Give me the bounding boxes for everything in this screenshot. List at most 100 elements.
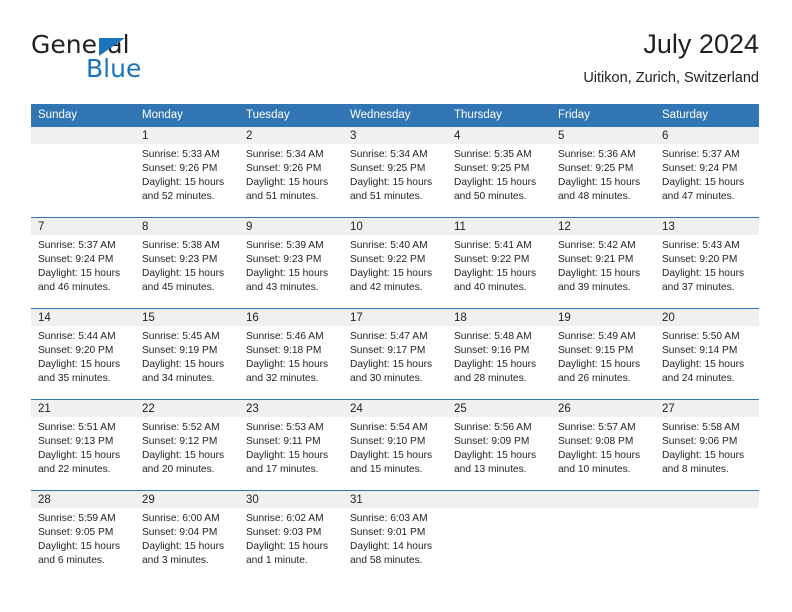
day-number-band: 21	[31, 400, 135, 417]
calendar-day-cell[interactable]: 27 Sunrise: 5:58 AM Sunset: 9:06 PM Dayligh…	[655, 399, 759, 491]
day-number: 18	[454, 312, 467, 324]
calendar-day-cell[interactable]: 21 Sunrise: 5:51 AM Sunset: 9:13 PM Dayligh…	[31, 399, 135, 491]
sunrise-text: Sunrise: 5:50 AM	[662, 331, 740, 342]
day-cell-body: Sunrise: 5:40 AM Sunset: 9:22 PM Daylight:…	[343, 235, 447, 295]
daylight-text-line2: and 3 minutes.	[142, 555, 209, 566]
daylight-text-line1: Daylight: 15 hours	[662, 450, 745, 461]
calendar-day-cell[interactable]: 1 Sunrise: 5:33 AM Sunset: 9:26 PM Daylight…	[135, 127, 239, 218]
sunset-text: Sunset: 9:11 PM	[246, 436, 321, 447]
calendar-day-cell[interactable]: 3 Sunrise: 5:34 AM Sunset: 9:25 PM Daylight…	[343, 127, 447, 218]
day-number-band	[655, 491, 759, 508]
sunrise-text: Sunrise: 6:02 AM	[246, 513, 324, 524]
day-number-band: 23	[239, 400, 343, 417]
sunrise-text: Sunrise: 6:00 AM	[142, 513, 220, 524]
daylight-text-line1: Daylight: 15 hours	[350, 177, 433, 188]
day-number: 28	[38, 494, 51, 506]
daylight-text-line1: Daylight: 15 hours	[350, 359, 433, 370]
calendar-day-cell[interactable]: 13 Sunrise: 5:43 AM Sunset: 9:20 PM Dayligh…	[655, 217, 759, 309]
calendar-day-cell[interactable]: 16 Sunrise: 5:46 AM Sunset: 9:18 PM Dayligh…	[239, 308, 343, 400]
day-number-band: 3	[343, 127, 447, 144]
day-cell-inner: 29 Sunrise: 6:00 AM Sunset: 9:04 PM Dayligh…	[135, 491, 239, 581]
day-number-band: 12	[551, 218, 655, 235]
daylight-text-line2: and 15 minutes.	[350, 464, 423, 475]
calendar-day-cell[interactable]: 2 Sunrise: 5:34 AM Sunset: 9:26 PM Daylight…	[239, 127, 343, 218]
page-header: General Blue July 2024 Uitikon, Zurich, …	[31, 28, 759, 98]
calendar-day-cell[interactable]: 20 Sunrise: 5:50 AM Sunset: 9:14 PM Dayligh…	[655, 308, 759, 400]
sunset-text: Sunset: 9:21 PM	[558, 254, 634, 265]
calendar-day-cell[interactable]: 18 Sunrise: 5:48 AM Sunset: 9:16 PM Dayligh…	[447, 308, 551, 400]
calendar-day-cell[interactable]: 10 Sunrise: 5:40 AM Sunset: 9:22 PM Dayligh…	[343, 217, 447, 309]
calendar-day-cell[interactable]: 8 Sunrise: 5:38 AM Sunset: 9:23 PM Daylight…	[135, 217, 239, 309]
day-number-band	[447, 491, 551, 508]
day-number: 14	[38, 312, 51, 324]
day-number-band: 17	[343, 309, 447, 326]
calendar-day-cell[interactable]: 14 Sunrise: 5:44 AM Sunset: 9:20 PM Dayligh…	[31, 308, 135, 400]
day-cell-inner: 2 Sunrise: 5:34 AM Sunset: 9:26 PM Daylight…	[239, 127, 343, 217]
day-number-band: 10	[343, 218, 447, 235]
day-number: 13	[662, 221, 675, 233]
day-cell-body: Sunrise: 5:52 AM Sunset: 9:12 PM Daylight:…	[135, 417, 239, 477]
calendar-day-cell[interactable]: 5 Sunrise: 5:36 AM Sunset: 9:25 PM Daylight…	[551, 127, 655, 218]
calendar-day-cell[interactable]: 29 Sunrise: 6:00 AM Sunset: 9:04 PM Dayligh…	[135, 490, 239, 581]
sunrise-text: Sunrise: 5:42 AM	[558, 240, 636, 251]
day-cell-body: Sunrise: 5:42 AM Sunset: 9:21 PM Daylight:…	[551, 235, 655, 295]
day-number-band: 4	[447, 127, 551, 144]
calendar-day-cell[interactable]: 28 Sunrise: 5:59 AM Sunset: 9:05 PM Dayligh…	[31, 490, 135, 581]
day-number-band: 1	[135, 127, 239, 144]
day-cell-inner	[551, 491, 655, 581]
calendar-week-row: 28 Sunrise: 5:59 AM Sunset: 9:05 PM Dayligh…	[31, 490, 759, 581]
weekday-header-wednesday: Wednesday	[343, 104, 447, 127]
day-cell-inner: 25 Sunrise: 5:56 AM Sunset: 9:09 PM Dayligh…	[447, 400, 551, 490]
sunset-text: Sunset: 9:16 PM	[454, 345, 530, 356]
sunrise-text: Sunrise: 5:35 AM	[454, 149, 532, 160]
calendar-day-cell[interactable]: 22 Sunrise: 5:52 AM Sunset: 9:12 PM Dayligh…	[135, 399, 239, 491]
day-number-band: 6	[655, 127, 759, 144]
calendar-day-cell[interactable]: 25 Sunrise: 5:56 AM Sunset: 9:09 PM Dayligh…	[447, 399, 551, 491]
weekday-header-thursday: Thursday	[447, 104, 551, 127]
day-number-band: 30	[239, 491, 343, 508]
daylight-text-line1: Daylight: 15 hours	[142, 359, 225, 370]
daylight-text-line1: Daylight: 15 hours	[38, 450, 121, 461]
calendar-day-cell[interactable]: 15 Sunrise: 5:45 AM Sunset: 9:19 PM Dayligh…	[135, 308, 239, 400]
calendar-day-cell[interactable]: 6 Sunrise: 5:37 AM Sunset: 9:24 PM Daylight…	[655, 127, 759, 218]
daylight-text-line1: Daylight: 15 hours	[558, 359, 641, 370]
day-number: 23	[246, 403, 259, 415]
sunrise-text: Sunrise: 5:57 AM	[558, 422, 636, 433]
brand-name-blue: Blue	[86, 54, 142, 83]
day-cell-inner: 19 Sunrise: 5:49 AM Sunset: 9:15 PM Dayligh…	[551, 309, 655, 399]
sunrise-text: Sunrise: 5:39 AM	[246, 240, 324, 251]
day-number	[655, 491, 759, 493]
day-number: 5	[558, 130, 565, 142]
day-cell-body: Sunrise: 6:00 AM Sunset: 9:04 PM Daylight:…	[135, 508, 239, 568]
day-cell-inner: 6 Sunrise: 5:37 AM Sunset: 9:24 PM Daylight…	[655, 127, 759, 217]
daylight-text-line1: Daylight: 15 hours	[662, 359, 745, 370]
day-number-band: 14	[31, 309, 135, 326]
sunrise-text: Sunrise: 5:58 AM	[662, 422, 740, 433]
calendar-day-cell[interactable]: 9 Sunrise: 5:39 AM Sunset: 9:23 PM Daylight…	[239, 217, 343, 309]
calendar-day-cell[interactable]: 17 Sunrise: 5:47 AM Sunset: 9:17 PM Dayligh…	[343, 308, 447, 400]
sunset-text: Sunset: 9:25 PM	[350, 163, 426, 174]
day-cell-body: Sunrise: 5:44 AM Sunset: 9:20 PM Daylight:…	[31, 326, 135, 386]
calendar-day-cell[interactable]: 30 Sunrise: 6:02 AM Sunset: 9:03 PM Dayligh…	[239, 490, 343, 581]
calendar-day-cell[interactable]: 31 Sunrise: 6:03 AM Sunset: 9:01 PM Dayligh…	[343, 490, 447, 581]
day-number: 6	[662, 130, 669, 142]
calendar-day-cell[interactable]: 11 Sunrise: 5:41 AM Sunset: 9:22 PM Dayligh…	[447, 217, 551, 309]
day-number	[551, 491, 655, 493]
calendar-day-cell[interactable]: 4 Sunrise: 5:35 AM Sunset: 9:25 PM Daylight…	[447, 127, 551, 218]
day-cell-inner: 23 Sunrise: 5:53 AM Sunset: 9:11 PM Dayligh…	[239, 400, 343, 490]
day-cell-body	[447, 508, 551, 512]
sunset-text: Sunset: 9:19 PM	[142, 345, 218, 356]
calendar-day-cell[interactable]: 23 Sunrise: 5:53 AM Sunset: 9:11 PM Dayligh…	[239, 399, 343, 491]
sunrise-text: Sunrise: 5:33 AM	[142, 149, 220, 160]
calendar-day-cell[interactable]: 19 Sunrise: 5:49 AM Sunset: 9:15 PM Dayligh…	[551, 308, 655, 400]
sunset-text: Sunset: 9:26 PM	[246, 163, 322, 174]
calendar-day-cell[interactable]: 12 Sunrise: 5:42 AM Sunset: 9:21 PM Dayligh…	[551, 217, 655, 309]
calendar-day-cell[interactable]: 24 Sunrise: 5:54 AM Sunset: 9:10 PM Dayligh…	[343, 399, 447, 491]
day-number: 10	[350, 221, 363, 233]
calendar-week-row: 14 Sunrise: 5:44 AM Sunset: 9:20 PM Dayligh…	[31, 308, 759, 400]
calendar-day-cell[interactable]: 7 Sunrise: 5:37 AM Sunset: 9:24 PM Daylight…	[31, 217, 135, 309]
day-cell-body: Sunrise: 5:57 AM Sunset: 9:08 PM Daylight:…	[551, 417, 655, 477]
day-cell-inner: 1 Sunrise: 5:33 AM Sunset: 9:26 PM Daylight…	[135, 127, 239, 217]
calendar-day-cell[interactable]: 26 Sunrise: 5:57 AM Sunset: 9:08 PM Dayligh…	[551, 399, 655, 491]
weekday-header-saturday: Saturday	[655, 104, 759, 127]
